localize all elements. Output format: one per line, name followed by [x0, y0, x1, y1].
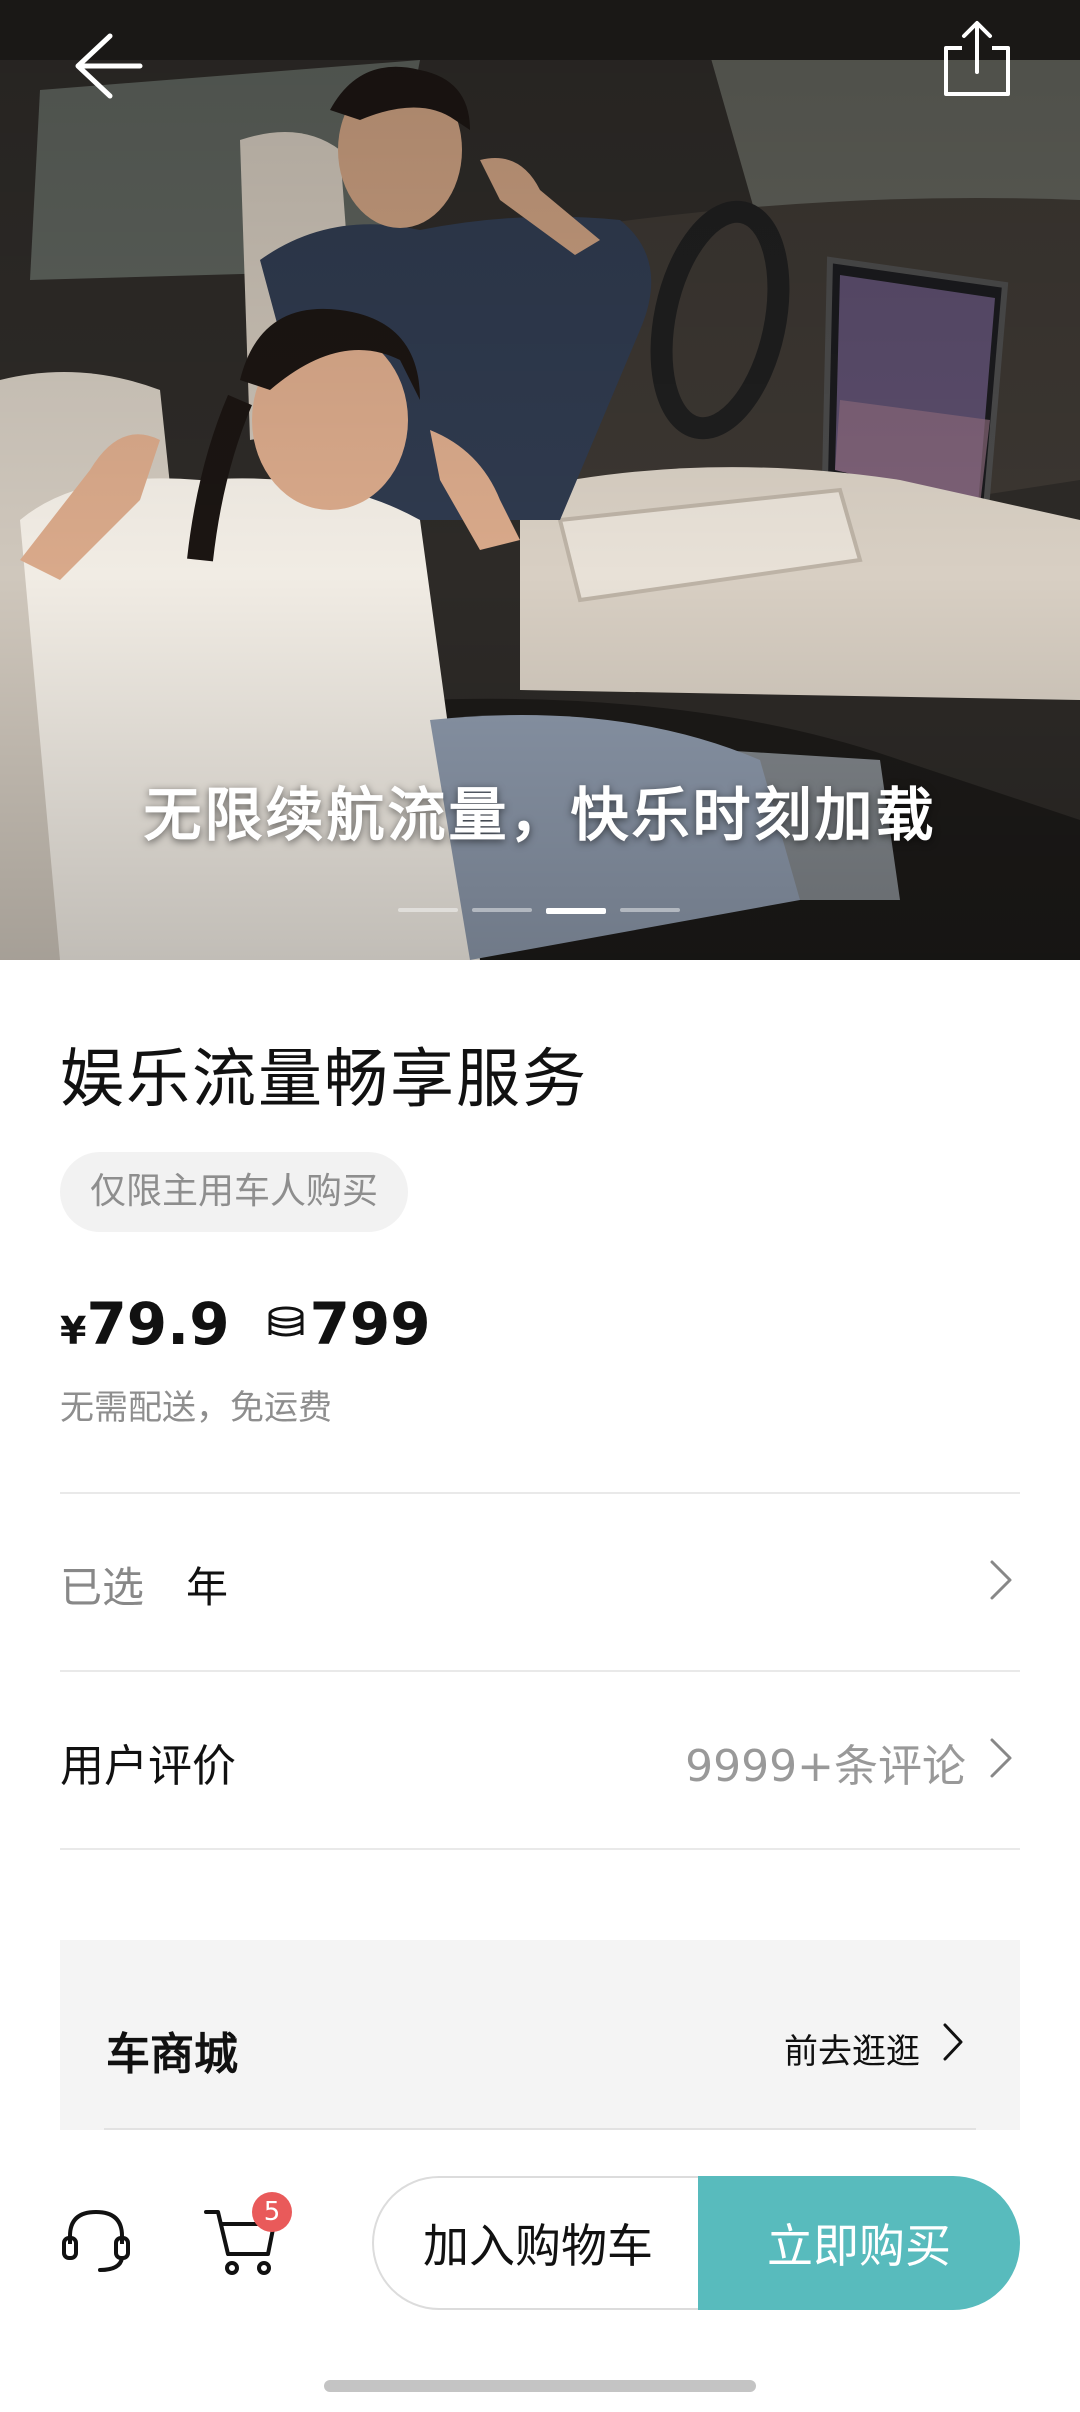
shop-title: 车商城 [106, 2029, 238, 2080]
carousel-dot-4[interactable] [620, 908, 680, 912]
product-title: 娱乐流量畅享服务 [60, 1043, 588, 1117]
chevron-right-icon [943, 2023, 963, 2061]
chevron-right-icon [990, 1560, 1012, 1600]
price-value: 79.9 [86, 1290, 230, 1358]
buy-now-label: 立即购买 [767, 2219, 951, 2273]
hero-caption: 无限续航流量，快乐时刻加载 [143, 781, 937, 849]
chevron-right-icon [990, 1738, 1012, 1778]
carousel-dot-3[interactable] [546, 908, 606, 914]
carousel-dot-2[interactable] [472, 908, 532, 912]
reviews-row[interactable]: 用户评价 9999+条评论 [60, 1672, 1020, 1848]
arrow-left-icon [75, 33, 143, 99]
share-button[interactable] [940, 18, 1014, 98]
shop-link[interactable]: 前去逛逛 [784, 2024, 920, 2073]
price-row: ¥ 79.9 799 [60, 1290, 431, 1360]
cart-count-badge: 5 [252, 2192, 292, 2232]
back-button[interactable] [70, 28, 146, 104]
buy-now-button[interactable]: 立即购买 [698, 2176, 1020, 2310]
carousel-dot-1[interactable] [398, 908, 458, 912]
divider [60, 1848, 1020, 1850]
add-to-cart-label: 加入购物车 [423, 2219, 653, 2273]
carousel-indicator [0, 908, 1080, 914]
divider [104, 2128, 976, 2130]
share-icon [944, 21, 1010, 96]
add-to-cart-button[interactable]: 加入购物车 [372, 2176, 702, 2310]
reviews-label: 用户评价 [60, 1741, 236, 1792]
hero-banner[interactable]: 无限续航流量，快乐时刻加载 [0, 0, 1080, 960]
selected-spec-row[interactable]: 已选 年 [60, 1494, 1020, 1670]
shop-card[interactable]: 车商城 前去逛逛 [60, 1940, 1020, 2130]
restriction-tag: 仅限主用车人购买 [60, 1152, 409, 1232]
delivery-note: 无需配送，免运费 [60, 1388, 332, 1428]
headset-icon[interactable] [60, 2204, 132, 2276]
price-currency: ¥ [60, 1309, 87, 1353]
reviews-count: 9999+条评论 [685, 1741, 966, 1792]
coin-price-value: 799 [309, 1290, 431, 1358]
home-indicator[interactable] [324, 2380, 756, 2392]
bottom-action-bar: 5 加入购物车 立即购买 [0, 2140, 1080, 2412]
selected-label: 已选 [60, 1563, 145, 1612]
coin-stack-icon [268, 1306, 304, 1337]
selected-value: 年 [186, 1563, 229, 1612]
